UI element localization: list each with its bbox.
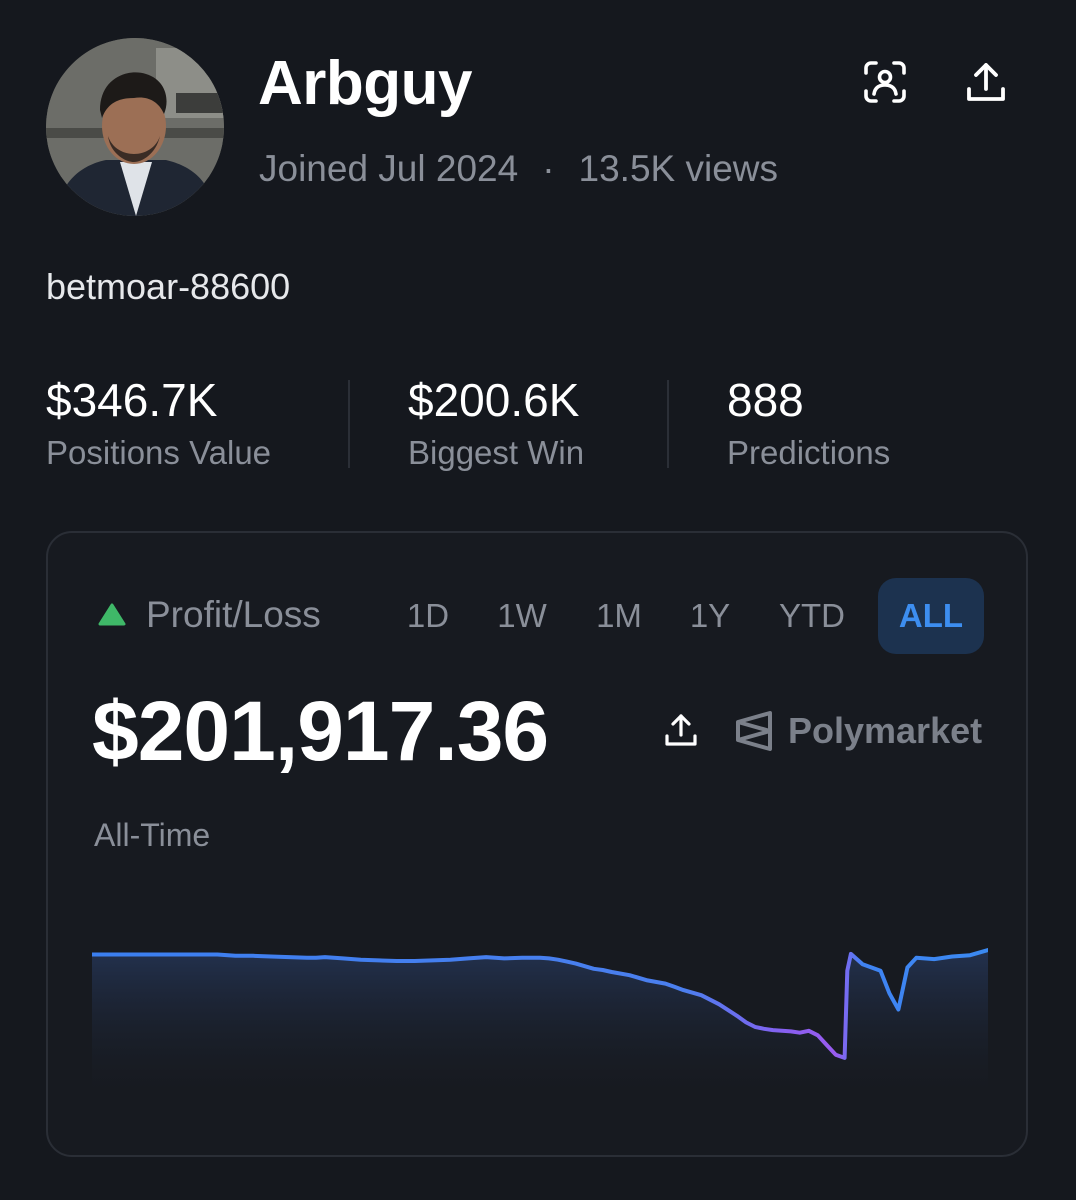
stat-value: 888 [727,374,804,426]
tab-1y[interactable]: 1Y [672,578,748,654]
face-scan-button[interactable] [857,54,913,110]
username: Arbguy [258,49,473,118]
stat-label: Positions Value [46,434,272,471]
polymarket-label: Polymarket [788,710,983,751]
triangle-up-icon [98,603,126,626]
view-count: 13.5K views [578,148,779,189]
stat-predictions: 888 Predictions [727,372,890,472]
profile-handle: betmoar-88600 [46,266,291,307]
polymarket-logo-icon [736,711,772,751]
tab-ytd[interactable]: YTD [762,578,862,654]
profit-loss-amount: $201,917.36 [92,684,549,778]
joined-date: Joined Jul 2024 [259,148,519,189]
meta-separator: · [542,148,555,189]
tab-all[interactable]: ALL [878,578,984,654]
profit-loss-text: Profit/Loss [146,594,321,635]
tab-1d[interactable]: 1D [390,578,466,654]
share-profile-button[interactable] [958,54,1014,110]
avatar [46,38,224,216]
stat-biggest-win: $200.6K Biggest Win [408,372,584,472]
profit-loss-card: Profit/Loss 1D 1W 1M 1Y YTD ALL $201,917… [46,531,1028,1157]
polymarket-brand: Polymarket [734,709,982,753]
stat-label: Predictions [727,434,891,471]
stat-value: $200.6K [408,374,580,426]
period-label: All-Time [94,817,211,853]
tab-1w[interactable]: 1W [480,578,564,654]
stat-label: Biggest Win [408,434,585,471]
profit-loss-label: Profit/Loss [98,594,321,636]
share-icon [665,714,697,746]
stat-divider [348,380,350,468]
face-scan-icon [864,61,906,103]
stat-positions-value: $346.7K Positions Value [46,372,271,472]
stat-divider [667,380,669,468]
share-icon [967,63,1005,101]
stat-value: $346.7K [46,374,218,426]
chart-area [92,950,988,1093]
profit-loss-chart [92,948,988,1093]
profile-meta: Joined Jul 2024 · 13.5K views [259,146,778,192]
share-pnl-button[interactable] [662,711,700,754]
tab-1m[interactable]: 1M [578,578,660,654]
